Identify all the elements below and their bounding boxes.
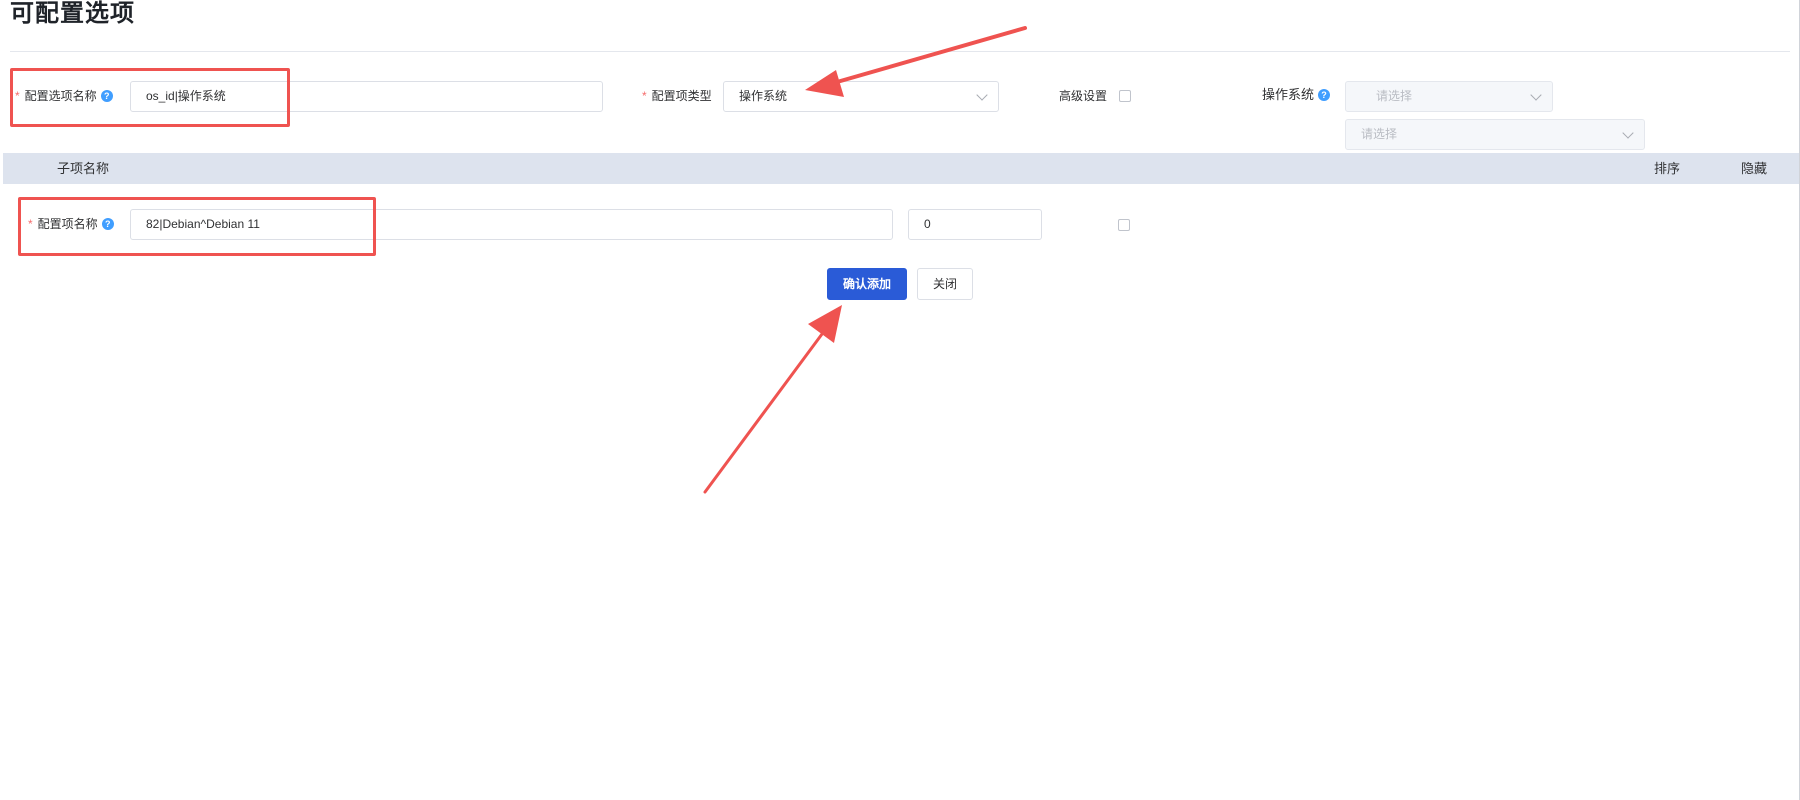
chevron-down-icon (976, 89, 988, 101)
option-type-label-group: * 配置项类型 (642, 88, 712, 104)
hidden-checkbox[interactable] (1118, 219, 1130, 231)
help-icon[interactable]: ? (1318, 89, 1331, 101)
sub-items-table-header: 子项名称 排序 隐藏 (3, 153, 1800, 184)
sort-input[interactable]: 0 (908, 209, 1042, 240)
required-marker: * (642, 89, 647, 103)
os-select-2-placeholder: 请选择 (1361, 127, 1398, 141)
os-label: 操作系统 (1262, 87, 1315, 102)
column-header-sort: 排序 (1654, 161, 1681, 176)
annotation-box-config-item (18, 197, 376, 256)
os-label-group: 操作系统? (1262, 87, 1331, 103)
title-divider (10, 51, 1790, 52)
os-select-1[interactable]: 请选择 (1345, 81, 1553, 112)
chevron-down-icon (1530, 89, 1542, 101)
os-select-2[interactable]: 请选择 (1345, 119, 1645, 150)
confirm-add-button[interactable]: 确认添加 (827, 268, 907, 300)
chevron-down-icon (1622, 127, 1634, 139)
annotation-box-option-name (10, 68, 290, 127)
page-title: 可配置选项 (10, 0, 135, 27)
option-type-select[interactable]: 操作系统 (723, 81, 999, 112)
column-header-sub-name: 子项名称 (57, 161, 110, 176)
option-type-label: 配置项类型 (651, 89, 712, 103)
advanced-label: 高级设置 (1059, 89, 1108, 103)
option-type-value: 操作系统 (739, 89, 788, 103)
os-select-1-placeholder: 请选择 (1376, 89, 1413, 103)
advanced-checkbox[interactable] (1119, 90, 1131, 102)
close-button[interactable]: 关闭 (917, 268, 973, 300)
column-header-hidden: 隐藏 (1741, 161, 1768, 176)
arrow-to-confirm-button (703, 305, 842, 494)
